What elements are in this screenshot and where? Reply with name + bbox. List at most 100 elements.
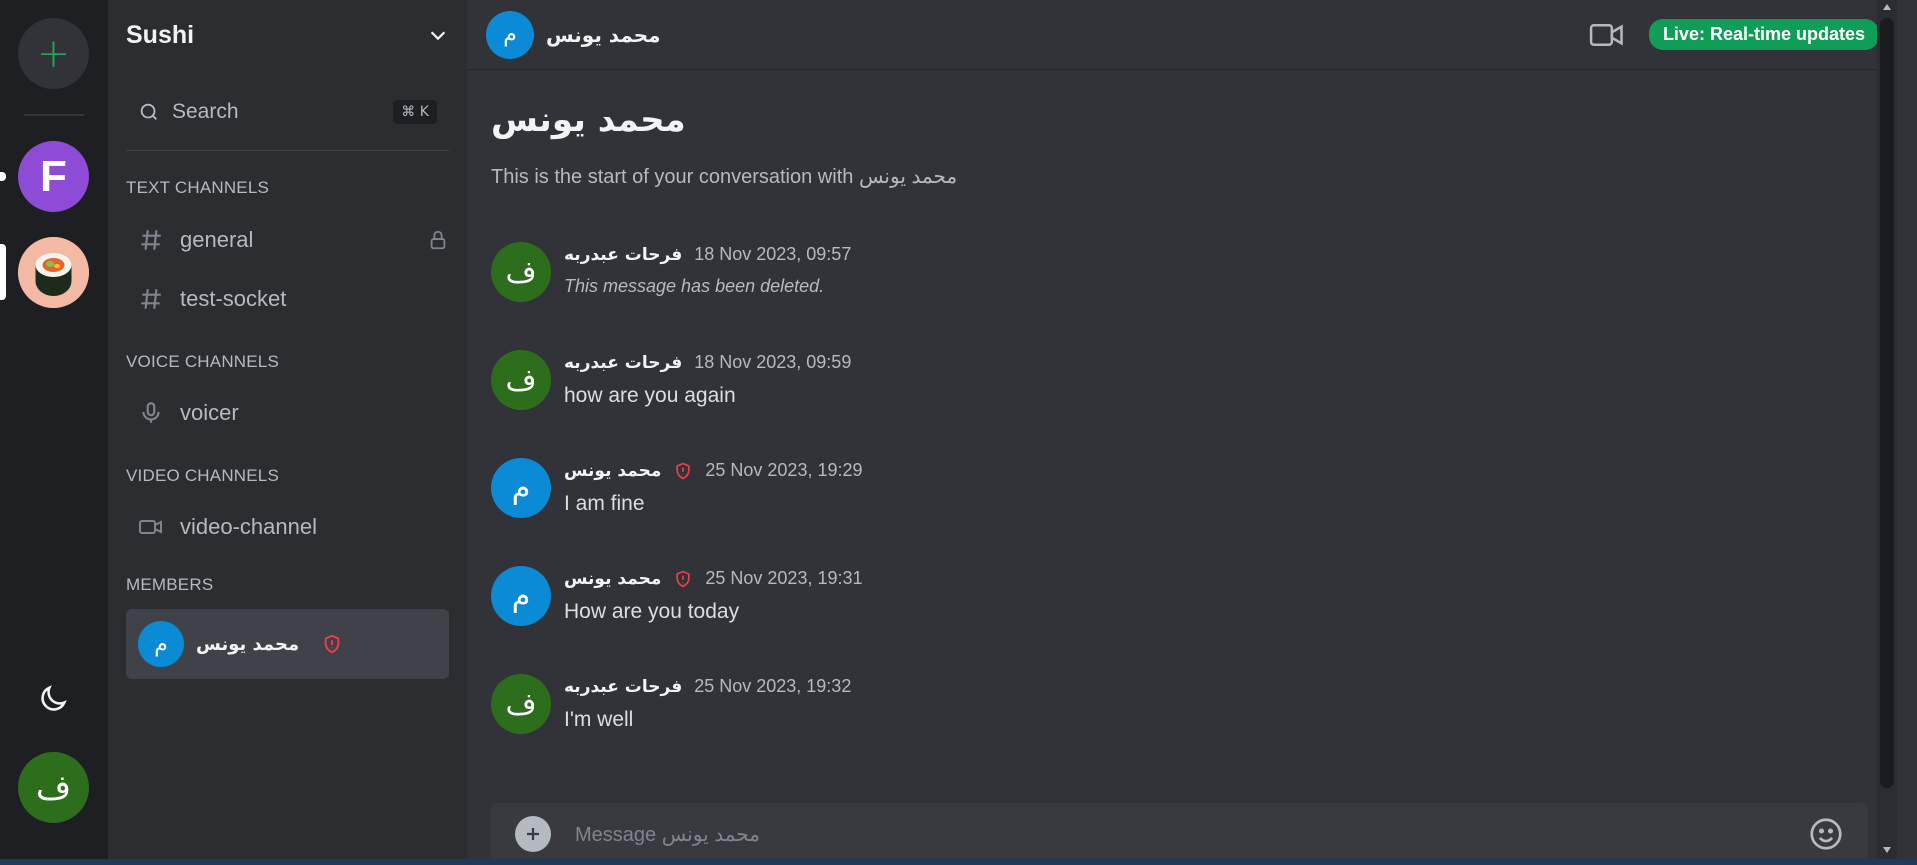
avatar[interactable]: ف	[491, 350, 551, 410]
channel-name: voicer	[180, 400, 239, 425]
hash-icon	[138, 286, 164, 312]
channel-video-channel[interactable]: video-channel	[138, 505, 449, 549]
avatar-initial: ف	[505, 686, 537, 722]
server-sushi-button[interactable]	[18, 237, 89, 308]
avatar: م	[138, 621, 184, 667]
member-name: محمد يونس	[196, 633, 300, 655]
avatar-initial: م	[154, 631, 168, 657]
message-timestamp: 18 Nov 2023, 09:59	[694, 352, 852, 372]
channel-test-socket[interactable]: test-socket	[138, 277, 449, 321]
lock-icon	[430, 230, 446, 250]
server-name: Sushi	[126, 20, 195, 49]
intro-subtitle: This is the start of your conversation w…	[491, 166, 958, 188]
mic-icon	[138, 400, 164, 426]
scroll-thumb[interactable]	[1880, 18, 1894, 788]
live-status-badge: Live: Real-time updates	[1648, 19, 1879, 50]
avatar: م	[486, 10, 534, 59]
emoji-icon[interactable]	[1808, 816, 1844, 852]
chat-header: م محمد يونس Live: Real-time updates	[467, 0, 1897, 70]
message-text: I am fine	[564, 492, 645, 515]
voice-channels-heading: VOICE CHANNELS	[126, 352, 280, 371]
avatar-initial: م	[511, 470, 531, 506]
shield-alert-icon	[673, 569, 693, 589]
members-heading: MEMBERS	[126, 575, 214, 594]
moon-icon[interactable]	[36, 682, 70, 716]
search-label: Search	[172, 100, 239, 123]
channel-general[interactable]: general	[138, 218, 449, 262]
unread-indicator	[0, 172, 6, 181]
text-channels-heading: TEXT CHANNELS	[126, 178, 270, 197]
avatar[interactable]: ف	[491, 674, 551, 734]
server-f-initial: F	[40, 151, 67, 201]
window-bottom-edge	[0, 859, 1917, 865]
avatar-initial: ف	[505, 254, 537, 290]
divider	[126, 150, 449, 151]
attach-plus-button[interactable]	[515, 816, 551, 852]
chevron-down-icon	[430, 31, 446, 41]
message-composer[interactable]: Message محمد يونس	[491, 803, 1868, 865]
conversation-title: محمد يونس	[546, 22, 661, 47]
message-timestamp: 25 Nov 2023, 19:31	[705, 568, 863, 588]
plus-icon	[527, 828, 539, 840]
message-item[interactable]: ف فرحات عبدربه 18 Nov 2023, 09:57 This m…	[491, 242, 1861, 306]
message-header: فرحات عبدربه 18 Nov 2023, 09:59	[564, 352, 851, 373]
chat-main: م محمد يونس Live: Real-time updates محمد…	[467, 0, 1897, 865]
message-input[interactable]: Message محمد يونس	[575, 822, 1808, 847]
message-author[interactable]: محمد يونس	[564, 461, 661, 481]
shield-alert-icon	[321, 633, 343, 655]
member-item[interactable]: م محمد يونس	[126, 609, 449, 679]
channel-name: video-channel	[180, 514, 317, 539]
server-f-button[interactable]: F	[18, 141, 89, 212]
message-header: محمد يونس 25 Nov 2023, 19:31	[564, 568, 863, 589]
search-button[interactable]: Search ⌘ K	[126, 92, 449, 132]
message-timestamp: 25 Nov 2023, 19:32	[694, 676, 852, 696]
message-header: فرحات عبدربه 25 Nov 2023, 19:32	[564, 676, 851, 697]
message-author[interactable]: فرحات عبدربه	[564, 353, 682, 373]
message-header: فرحات عبدربه 18 Nov 2023, 09:57	[564, 244, 851, 265]
plus-icon: +	[36, 30, 71, 77]
message-header: محمد يونس 25 Nov 2023, 19:29	[564, 460, 863, 481]
intro-title: محمد يونس	[491, 100, 686, 140]
avatar[interactable]: م	[491, 458, 551, 518]
channel-name: test-socket	[180, 286, 287, 311]
shield-alert-icon	[673, 461, 693, 481]
active-server-indicator	[0, 244, 6, 300]
message-item[interactable]: م محمد يونس 25 Nov 2023, 19:31 How are y…	[491, 566, 1861, 630]
avatar-initial: ف	[505, 362, 537, 398]
server-rail: + F ف	[0, 0, 108, 859]
search-shortcut: ⌘ K	[393, 100, 437, 124]
message-timestamp: 18 Nov 2023, 09:57	[694, 244, 852, 264]
message-author[interactable]: فرحات عبدربه	[564, 677, 682, 697]
channel-sidebar: Sushi Search ⌘ K TEXT CHANNELS general t…	[108, 0, 467, 859]
user-avatar[interactable]: ف	[18, 752, 89, 823]
scroll-down-arrow-icon[interactable]	[1883, 847, 1891, 853]
message-author[interactable]: فرحات عبدربه	[564, 245, 682, 265]
server-header[interactable]: Sushi	[108, 0, 467, 70]
channel-voicer[interactable]: voicer	[138, 391, 449, 435]
search-icon	[140, 103, 157, 120]
sushi-icon	[18, 237, 89, 308]
avatar[interactable]: ف	[491, 242, 551, 302]
hash-icon	[138, 227, 164, 253]
user-initial: ف	[35, 767, 72, 808]
avatar-initial: م	[511, 578, 531, 614]
message-text: how are you again	[564, 384, 736, 407]
scrollbar[interactable]	[1877, 0, 1897, 859]
message-author[interactable]: محمد يونس	[564, 569, 661, 589]
add-server-button[interactable]: +	[18, 18, 89, 89]
avatar-initial: م	[503, 22, 517, 47]
rail-divider	[24, 114, 84, 116]
message-item[interactable]: ف فرحات عبدربه 25 Nov 2023, 19:32 I'm we…	[491, 674, 1861, 738]
message-timestamp: 25 Nov 2023, 19:29	[705, 460, 863, 480]
message-text: I'm well	[564, 708, 634, 731]
scroll-up-arrow-icon[interactable]	[1883, 4, 1891, 10]
message-item[interactable]: م محمد يونس 25 Nov 2023, 19:29 I am fine	[491, 458, 1861, 522]
message-text: How are you today	[564, 600, 740, 623]
message-deleted-text: This message has been deleted.	[564, 276, 825, 296]
channel-name: general	[180, 227, 254, 252]
avatar[interactable]: م	[491, 566, 551, 626]
video-channels-heading: VIDEO CHANNELS	[126, 466, 280, 485]
video-call-icon[interactable]	[1589, 20, 1625, 50]
video-icon	[138, 514, 164, 540]
message-item[interactable]: ف فرحات عبدربه 18 Nov 2023, 09:59 how ar…	[491, 350, 1861, 414]
